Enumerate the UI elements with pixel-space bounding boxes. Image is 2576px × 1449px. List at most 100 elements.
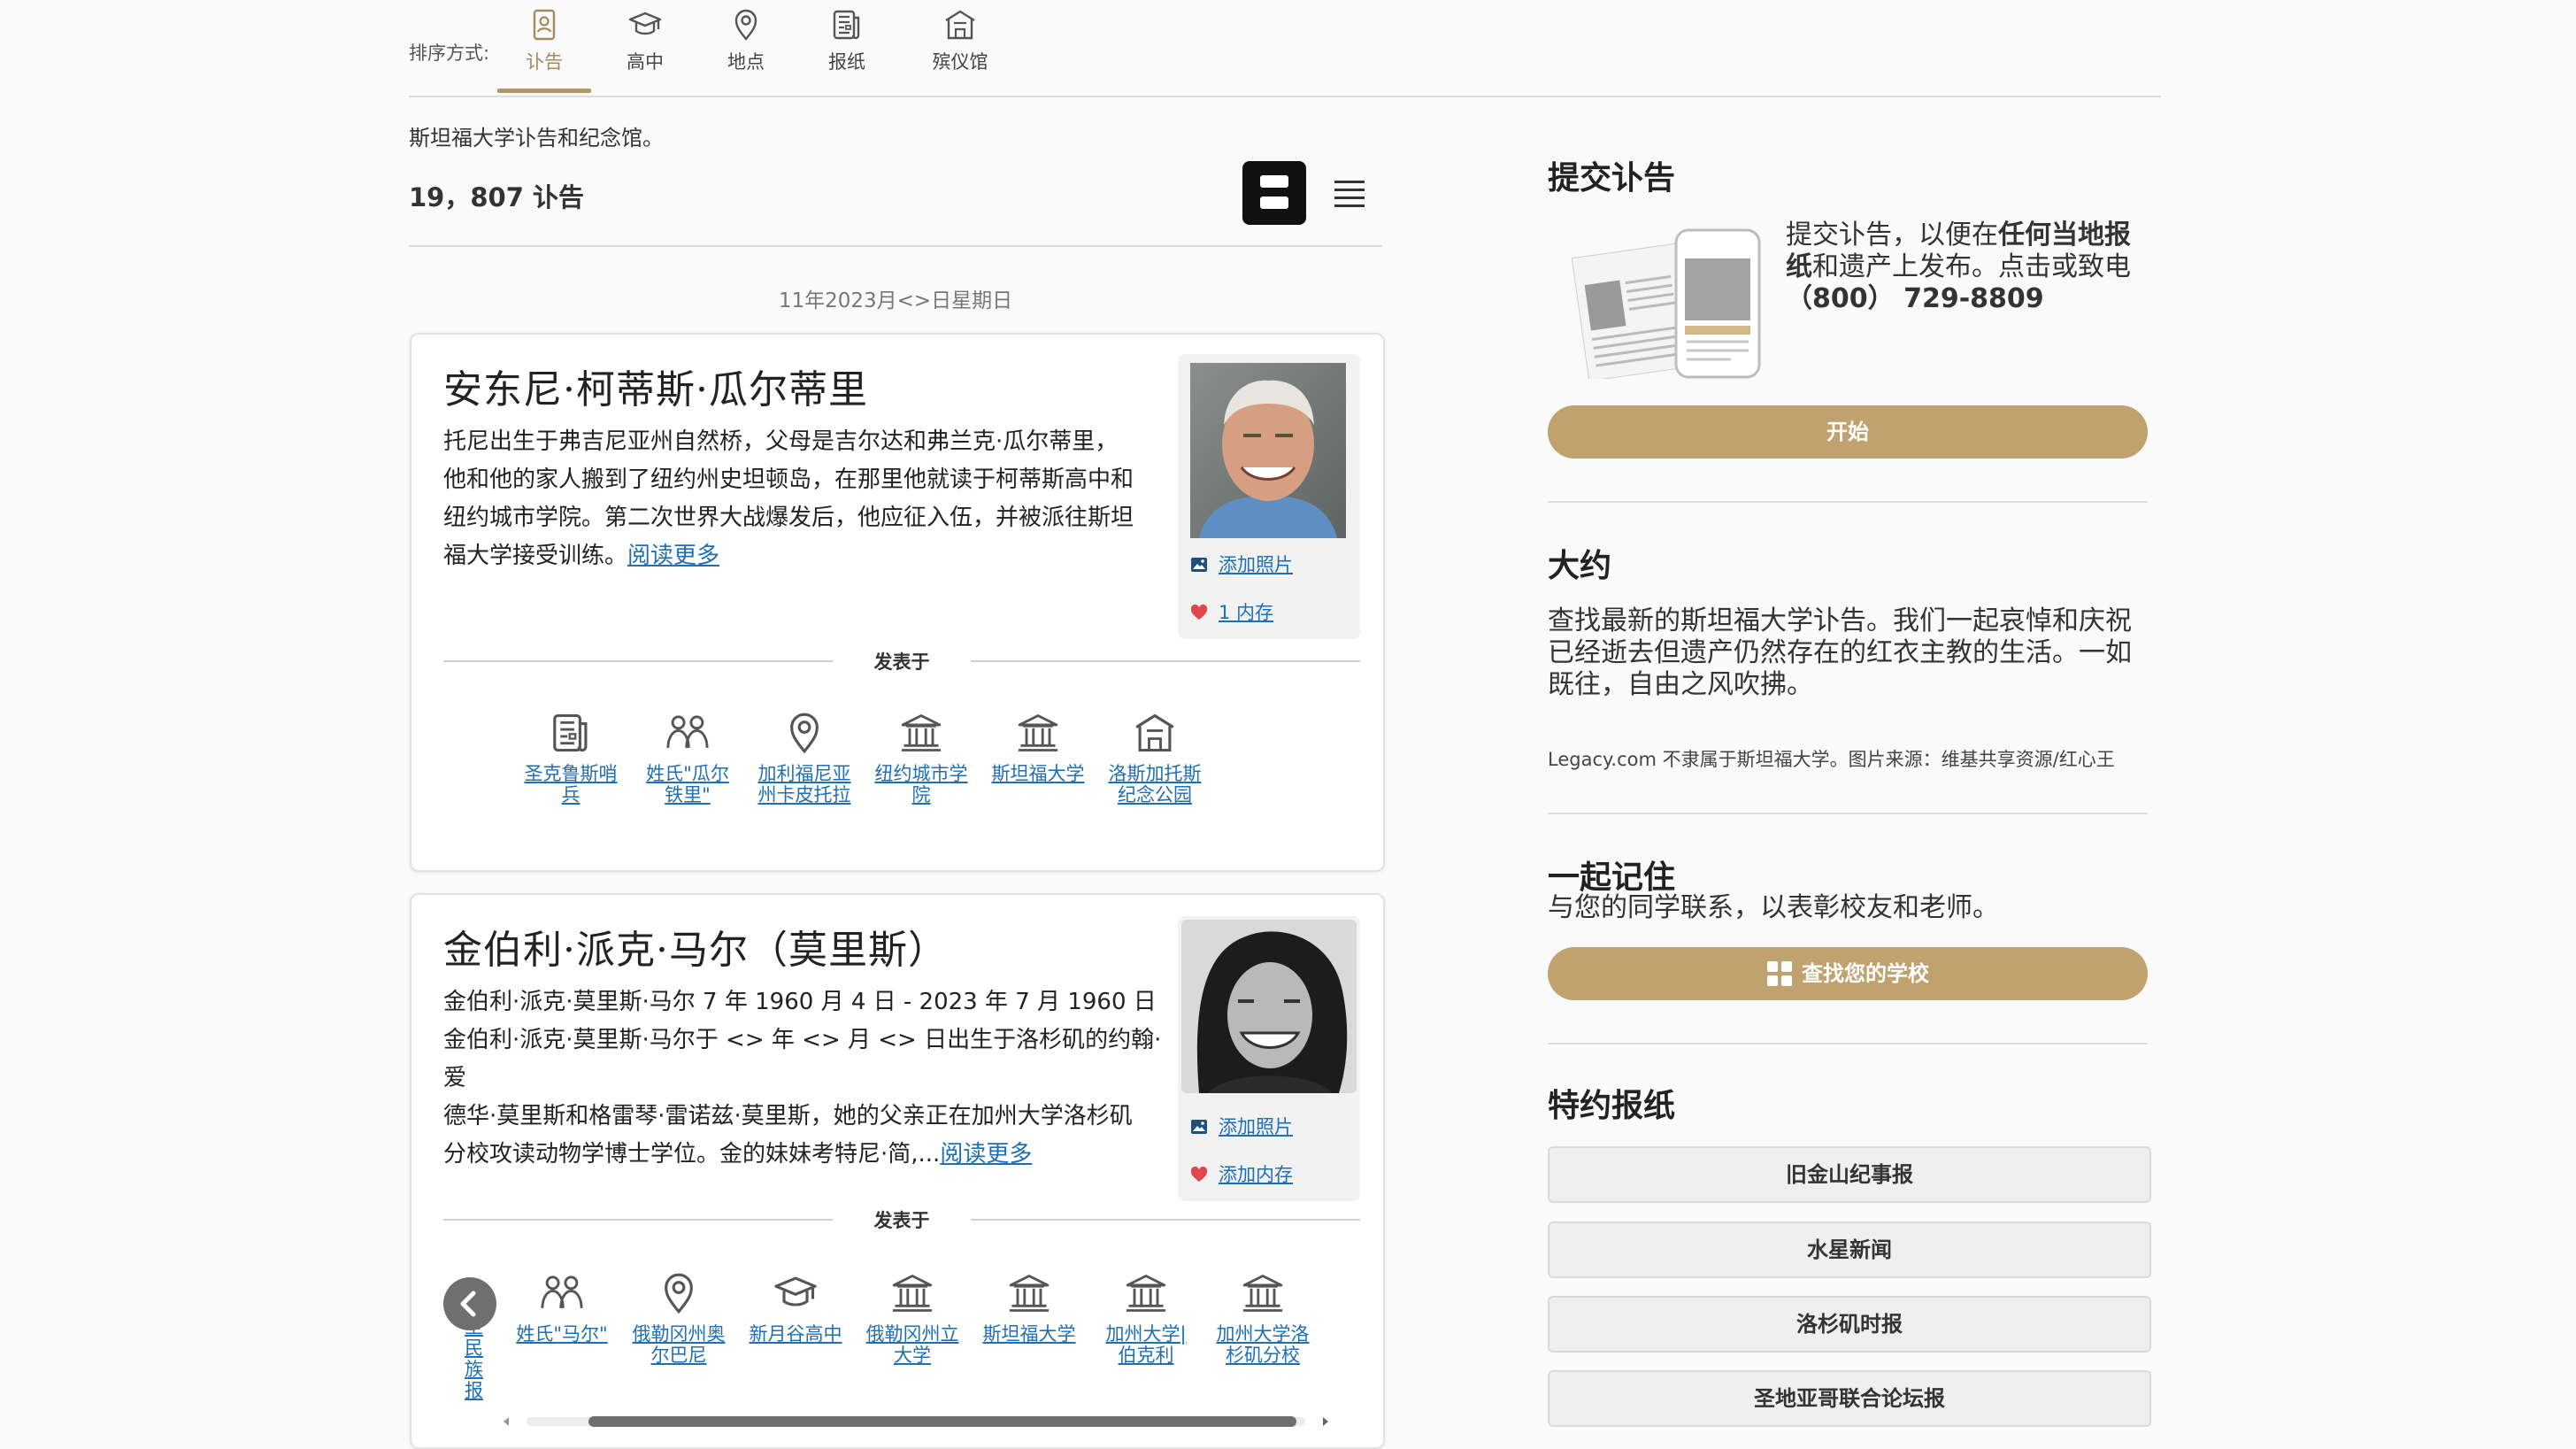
read-more-link[interactable]: 阅读更多 xyxy=(940,1141,1032,1168)
association-label[interactable]: 加利福尼亚 xyxy=(751,763,857,784)
excerpt-line: 金伯利·派克·莫里斯·马尔 7 年 1960 月 4 日 - 2023 年 7 … xyxy=(443,989,1157,1015)
date-header: 11年2023月<>日星期日 xyxy=(778,289,1013,312)
memories-link[interactable]: 1 内存 xyxy=(1190,598,1273,625)
paper-button[interactable]: 洛杉矶时报 xyxy=(1548,1296,2151,1353)
association-link[interactable]: 洛斯加托斯 纪念公园 xyxy=(1102,710,1208,805)
page-intro: 斯坦福大学讣告和纪念馆。 xyxy=(409,126,664,150)
association-label[interactable]: 新月谷高中 xyxy=(742,1323,849,1345)
people-icon xyxy=(539,1270,585,1316)
list-view-button[interactable] xyxy=(1334,179,1365,209)
obituary-name[interactable]: 金伯利·派克·马尔（莫里斯） xyxy=(443,918,948,975)
remember-description: 与您的同学联系，以表彰校友和老师。 xyxy=(1548,892,1999,923)
association-label[interactable]: 尔巴尼 xyxy=(626,1345,732,1366)
tab-label: 高中 xyxy=(627,51,664,73)
paper-button[interactable]: 水星新闻 xyxy=(1548,1222,2151,1278)
association-link[interactable]: 俄勒冈州立 大学 xyxy=(859,1270,965,1366)
remember-title: 一起记住 xyxy=(1548,859,1676,896)
add-photo-link[interactable]: 添加照片 xyxy=(1190,551,1293,577)
card-view-button[interactable] xyxy=(1242,161,1306,225)
association-label[interactable]: 加州大学| xyxy=(1093,1323,1199,1345)
horizontal-scrollbar[interactable] xyxy=(500,1415,1332,1428)
image-icon xyxy=(1190,556,1208,574)
association-label[interactable]: 族报 xyxy=(465,1359,500,1401)
divider xyxy=(1548,1043,2148,1044)
add-memory-link[interactable]: 添加内存 xyxy=(1190,1160,1293,1187)
obituary-name[interactable]: 安东尼·柯蒂斯·瓜尔蒂里 xyxy=(443,358,868,414)
association-link[interactable]: 加州大学洛 杉矶分校 xyxy=(1210,1270,1316,1366)
association-label[interactable]: 斯坦福大学 xyxy=(985,763,1091,784)
add-photo-label[interactable]: 添加照片 xyxy=(1219,1116,1293,1137)
college-icon xyxy=(1240,1270,1286,1316)
funeral-home-icon xyxy=(942,7,978,42)
obituary-card: 金伯利·派克·马尔（莫里斯） 金伯利·派克·莫里斯·马尔 7 年 1960 月 … xyxy=(410,893,1385,1449)
scrollbar-thumb[interactable] xyxy=(588,1416,1296,1427)
add-photo-link[interactable]: 添加照片 xyxy=(1190,1113,1293,1139)
add-memory-label[interactable]: 添加内存 xyxy=(1219,1164,1293,1185)
submit-title: 提交讣告 xyxy=(1548,160,1676,197)
association-label[interactable]: 纽约城市学 xyxy=(868,763,974,784)
association-link[interactable]: 俄勒冈州奥 尔巴尼 xyxy=(626,1270,732,1366)
association-label[interactable]: 兵 xyxy=(518,784,624,805)
about-line: 查找最新的斯坦福大学讣告。我们一起哀悼和庆祝 xyxy=(1548,605,2132,636)
obituary-card: 安东尼·柯蒂斯·瓜尔蒂里 托尼出生于弗吉尼亚州自然桥，父母是吉尔达和弗兰克·瓜尔… xyxy=(410,333,1385,872)
association-label[interactable]: 斯坦福大学 xyxy=(976,1323,1082,1345)
association-label[interactable]: 伯克利 xyxy=(1093,1345,1199,1366)
association-label[interactable]: 州卡皮托拉 xyxy=(751,784,857,805)
college-icon xyxy=(1006,1270,1052,1316)
excerpt-line: 福大学接受训练。 xyxy=(443,543,628,569)
tab-newspaper[interactable]: 报纸 xyxy=(807,7,887,74)
tab-high-school[interactable]: 高中 xyxy=(605,7,685,74)
association-link[interactable]: 姓氏"马尔" xyxy=(509,1270,615,1345)
divider xyxy=(409,245,1382,247)
photo-panel: 添加照片 1 内存 xyxy=(1178,354,1360,639)
association-link[interactable]: 圣克鲁斯哨 兵 xyxy=(518,710,624,805)
obituary-excerpt: 金伯利·派克·莫里斯·马尔 7 年 1960 月 4 日 - 2023 年 7 … xyxy=(443,983,1169,1174)
submit-description: 提交讣告，以便在任何当地报 纸和遗产上发布。点击或致电 （800） 729-8809 xyxy=(1786,220,2157,315)
tab-location[interactable]: 地点 xyxy=(706,7,786,74)
scroll-right-arrow-icon[interactable] xyxy=(1319,1415,1332,1428)
association-label[interactable]: 姓氏"瓜尔 xyxy=(634,763,741,784)
association-label[interactable]: 杉矶分校 xyxy=(1210,1345,1316,1366)
association-label[interactable]: 俄勒冈州立 xyxy=(859,1323,965,1345)
obituary-photo[interactable] xyxy=(1181,920,1357,1093)
memories-label[interactable]: 1 内存 xyxy=(1219,602,1273,623)
association-link[interactable]: 纽约城市学 院 xyxy=(868,710,974,805)
association-label[interactable]: 纪念公园 xyxy=(1102,784,1208,805)
obituary-count: 19，807 讣告 xyxy=(409,182,584,212)
add-photo-label[interactable]: 添加照片 xyxy=(1219,554,1293,575)
association-link[interactable]: 加州大学| 伯克利 xyxy=(1093,1270,1199,1366)
association-link[interactable]: 姓氏"瓜尔 铁里" xyxy=(634,710,741,805)
tab-label: 讣告 xyxy=(526,51,563,73)
association-link[interactable]: 斯坦福大学 xyxy=(976,1270,1082,1345)
start-button[interactable]: 开始 xyxy=(1548,405,2148,459)
association-label[interactable]: 圣克鲁斯哨 xyxy=(518,763,624,784)
association-label[interactable]: 大学 xyxy=(859,1345,965,1366)
read-more-link[interactable]: 阅读更多 xyxy=(627,543,719,569)
tab-funeral-home[interactable]: 殡仪馆 xyxy=(920,7,1000,74)
featured-papers-title: 特约报纸 xyxy=(1548,1088,1676,1124)
association-label[interactable]: 俄勒冈州奥 xyxy=(626,1323,732,1345)
association-label[interactable]: 铁里" xyxy=(634,784,741,805)
association-label[interactable]: 加州大学洛 xyxy=(1210,1323,1316,1345)
about-description: 查找最新的斯坦福大学讣告。我们一起哀悼和庆祝 已经逝去但遗产仍然存在的红衣主教的… xyxy=(1548,605,2149,701)
paper-button[interactable]: 圣地亚哥联合论坛报 xyxy=(1548,1370,2151,1427)
association-label[interactable]: 洛斯加托斯 xyxy=(1102,763,1208,784)
submit-phone[interactable]: （800） 729-8809 xyxy=(1786,283,2044,314)
obituary-photo[interactable] xyxy=(1190,363,1346,538)
association-link[interactable]: 新月谷高中 xyxy=(742,1270,849,1345)
tab-obituaries[interactable]: 讣告 xyxy=(497,7,591,93)
sort-label: 排序方式: xyxy=(409,42,490,64)
find-school-button[interactable]: 查找您的学校 xyxy=(1548,947,2148,1000)
submit-text: 提交讣告，以便在 xyxy=(1786,220,1998,250)
tab-label: 报纸 xyxy=(828,51,865,73)
association-label[interactable]: 姓氏"马尔" xyxy=(509,1323,615,1345)
association-label[interactable]: 院 xyxy=(868,784,974,805)
association-link[interactable]: 斯坦福大学 xyxy=(985,710,1091,784)
funeral-home-icon xyxy=(1132,710,1178,756)
college-icon xyxy=(889,1270,935,1316)
scroll-left-arrow-icon[interactable] xyxy=(500,1415,512,1428)
carousel-prev-button[interactable] xyxy=(443,1277,496,1330)
association-link[interactable]: 加利福尼亚 州卡皮托拉 xyxy=(751,710,857,805)
newspaper-mockup-image xyxy=(1566,223,1770,382)
paper-button[interactable]: 旧金山纪事报 xyxy=(1548,1146,2151,1203)
